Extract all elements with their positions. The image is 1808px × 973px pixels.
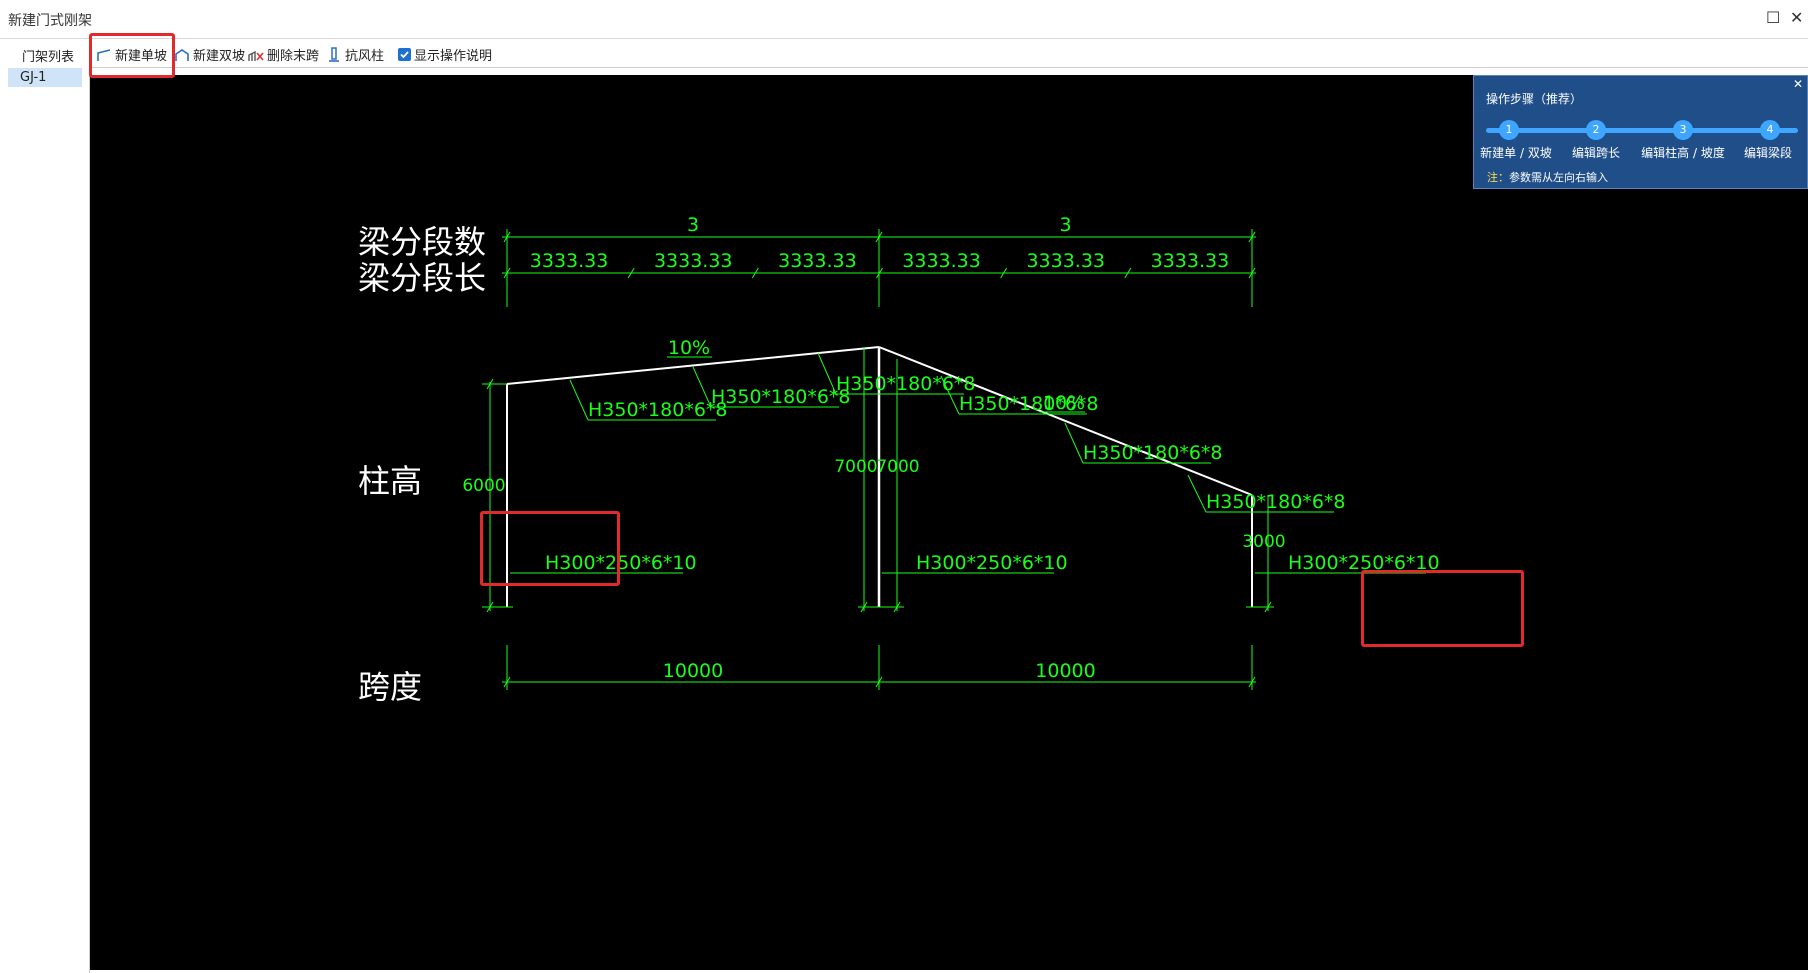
segment-length-label-6[interactable]: 3333.33 <box>1151 250 1230 272</box>
checkbox-checked-icon[interactable] <box>398 48 411 61</box>
beam-section-label-2[interactable]: H350*180*6*8 <box>711 386 851 408</box>
segment-count-label-1[interactable]: 3 <box>687 214 699 236</box>
step-2-label: 编辑跨长 <box>1571 146 1621 160</box>
toolbar: 新建单坡 新建双坡 删除末跨 抗风柱 显示操作说明 <box>90 40 1808 68</box>
column-height-mid-2[interactable]: 7000 <box>876 457 919 477</box>
wind-column-button[interactable]: 抗风柱 <box>326 45 384 64</box>
note-text: 参数需从左向右输入 <box>1509 171 1608 184</box>
row-label-segment-count[interactable]: 梁分段数 <box>358 223 486 261</box>
right-rafter <box>878 346 1253 496</box>
segment-length-label-1[interactable]: 3333.33 <box>530 250 609 272</box>
note-prefix: 注： <box>1487 171 1509 184</box>
delete-span-icon <box>248 50 264 61</box>
frame-list-panel: 门架列表 GJ-1 <box>0 40 90 973</box>
frame-list-title: 门架列表 <box>22 50 75 65</box>
step-2-dot: 2 <box>1586 120 1606 140</box>
single-slope-icon <box>97 48 111 61</box>
show-instructions-label: 显示操作说明 <box>414 49 493 64</box>
segment-count-label-2[interactable]: 3 <box>1059 214 1071 236</box>
window-title: 新建门式刚架 <box>8 13 92 29</box>
maximize-icon[interactable]: ☐ <box>1766 8 1780 28</box>
new-double-slope-label: 新建双坡 <box>193 49 246 64</box>
drawing-canvas[interactable]: 梁分段数 梁分段长柱高跨度 3 3 3333.33 3333.33 3333.33 3333.… <box>90 75 1808 970</box>
slope-label-left[interactable]: 10% <box>668 337 710 359</box>
step-1-label: 新建单 / 双坡 <box>1480 146 1552 160</box>
beam-section-label-6[interactable]: H350*180*6*8 <box>1206 491 1346 513</box>
wind-column-icon <box>329 46 339 62</box>
step-3-dot: 3 <box>1673 120 1693 140</box>
beam-section-label-1[interactable]: H350*180*6*8 <box>588 399 728 421</box>
step-1-dot: 1 <box>1499 120 1519 140</box>
beam-section-label-4[interactable]: H350*180*6*8 <box>959 393 1099 415</box>
beam-leader <box>1187 474 1207 513</box>
row-label-segment-length[interactable]: 梁分段长 <box>358 259 486 297</box>
column-height-right[interactable]: 3000 <box>1242 532 1285 552</box>
delete-end-span-label: 删除末跨 <box>267 49 320 64</box>
row-label-span[interactable]: 跨度 <box>358 668 422 706</box>
column-height-mid-1[interactable]: 7000 <box>834 457 877 477</box>
delete-end-span-button[interactable]: 删除末跨 <box>248 45 319 64</box>
column-height-left[interactable]: 6000 <box>462 476 505 496</box>
span-label-1[interactable]: 10000 <box>663 660 723 682</box>
segment-length-label-3[interactable]: 3333.33 <box>778 250 857 272</box>
step-3-label: 编辑柱高 / 坡度 <box>1641 146 1725 160</box>
instructions-title: 操作步骤（推荐） <box>1486 92 1583 106</box>
segment-length-label-2[interactable]: 3333.33 <box>654 250 733 272</box>
new-single-slope-button[interactable]: 新建单坡 <box>96 45 167 64</box>
new-double-slope-button[interactable]: 新建双坡 <box>174 45 245 64</box>
segment-length-label-5[interactable]: 3333.33 <box>1026 250 1105 272</box>
row-label-column-height[interactable]: 柱高 <box>358 462 422 500</box>
instructions-close-icon[interactable]: ✕ <box>1793 77 1803 91</box>
beam-leader <box>1064 422 1084 464</box>
close-icon[interactable]: ✕ <box>1790 8 1803 28</box>
title-bar: 新建门式刚架 ☐ ✕ <box>0 0 1808 39</box>
step-4-label: 编辑梁段 <box>1743 146 1793 160</box>
instructions-note: 注：参数需从左向右输入 <box>1487 169 1608 185</box>
new-single-slope-label: 新建单坡 <box>115 49 168 64</box>
column-section-label-1[interactable]: H300*250*6*10 <box>545 552 697 574</box>
instructions-panel: 操作步骤（推荐） ✕ 1 2 3 4 新建单 / 双坡 编辑跨长 编辑柱高 / … <box>1473 75 1808 189</box>
column-section-label-3[interactable]: H300*250*6*10 <box>1288 552 1440 574</box>
beam-leader <box>569 379 589 421</box>
beam-section-label-5[interactable]: H350*180*6*8 <box>1083 442 1223 464</box>
span-label-2[interactable]: 10000 <box>1035 660 1095 682</box>
frame-list-item[interactable]: GJ-1 <box>8 68 82 87</box>
column-section-label-2[interactable]: H300*250*6*10 <box>916 552 1068 574</box>
step-4-dot: 4 <box>1760 120 1780 140</box>
segment-length-label-4[interactable]: 3333.33 <box>902 250 981 272</box>
beam-section-label-3[interactable]: H350*180*6*8 <box>836 373 976 395</box>
show-instructions-toggle[interactable]: 显示操作说明 <box>398 45 492 64</box>
steps-track <box>1486 128 1798 133</box>
wind-column-label: 抗风柱 <box>345 49 385 64</box>
double-slope-icon <box>175 48 189 61</box>
frame-drawing: 梁分段数梁分段长柱高跨度 3 3 3333.33 3333.33 3333.33 3333.… <box>358 214 1440 706</box>
